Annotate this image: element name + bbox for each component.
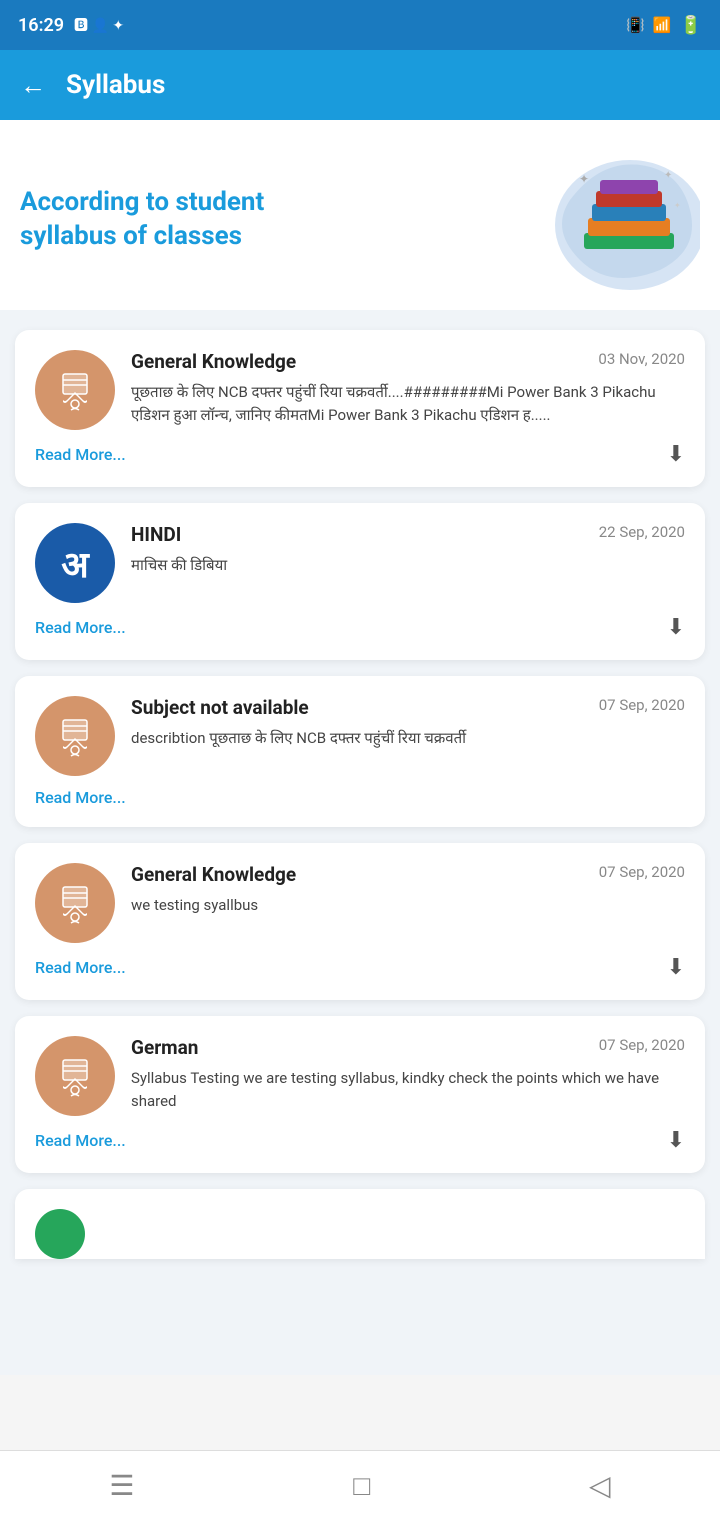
page-title: Syllabus	[66, 70, 165, 100]
card-description: Syllabus Testing we are testing syllabus…	[131, 1067, 685, 1112]
hero-title: According to student syllabus of classes	[20, 186, 540, 254]
card-content: Subject not available 07 Sep, 2020 descr…	[131, 696, 685, 750]
download-icon[interactable]: ⬇	[667, 442, 685, 467]
card-title: Subject not available	[131, 696, 589, 719]
menu-icon[interactable]: ☰	[109, 1469, 134, 1502]
hindi-icon: अ	[61, 539, 89, 588]
card-title: General Knowledge	[131, 350, 588, 373]
card-date: 07 Sep, 2020	[599, 863, 685, 881]
card-footer: Read More...	[35, 788, 685, 807]
partial-card-icon	[35, 1209, 85, 1259]
syllabus-card: अ HINDI 22 Sep, 2020 माचिस की डिबिया Rea…	[15, 503, 705, 660]
status-time: 16:29	[18, 15, 64, 36]
card-footer: Read More... ⬇	[35, 1128, 685, 1153]
hero-section: According to student syllabus of classes…	[0, 120, 720, 310]
card-date: 07 Sep, 2020	[599, 696, 685, 714]
card-date: 22 Sep, 2020	[599, 523, 685, 541]
read-more-link[interactable]: Read More...	[35, 1131, 126, 1150]
card-date: 03 Nov, 2020	[598, 350, 685, 368]
syllabus-card: German 07 Sep, 2020 Syllabus Testing we …	[15, 1016, 705, 1173]
svg-text:✦: ✦	[664, 170, 672, 181]
card-icon-wrap	[35, 696, 115, 776]
status-bar: 16:29 🅱 👤 ✦ 📳 📶 🔋	[0, 0, 720, 50]
battery-icon: 🔋	[680, 15, 702, 36]
card-content: General Knowledge 03 Nov, 2020 पूछताछ के…	[131, 350, 685, 426]
card-description: describtion पूछताछ के लिए NCB दफ्तर पहुं…	[131, 727, 685, 750]
wifi-icon: 📶	[653, 16, 672, 34]
status-right-icons: 📳 📶 🔋	[626, 15, 702, 36]
syllabus-card: General Knowledge 07 Sep, 2020 we testin…	[15, 843, 705, 1000]
back-button[interactable]: ←	[20, 70, 46, 101]
read-more-link[interactable]: Read More...	[35, 445, 126, 464]
read-more-link[interactable]: Read More...	[35, 618, 126, 637]
partial-card	[15, 1189, 705, 1259]
hero-image: ✦ ✦ ✦	[540, 150, 700, 290]
card-title: General Knowledge	[131, 863, 589, 886]
card-icon-wrap: अ	[35, 523, 115, 603]
download-icon[interactable]: ⬇	[667, 955, 685, 980]
download-icon[interactable]: ⬇	[667, 615, 685, 640]
download-icon[interactable]: ⬇	[667, 1128, 685, 1153]
card-content: HINDI 22 Sep, 2020 माचिस की डिबिया	[131, 523, 685, 577]
bottom-nav: ☰ □ ◁	[0, 1450, 720, 1520]
card-content: German 07 Sep, 2020 Syllabus Testing we …	[131, 1036, 685, 1112]
syllabus-card: General Knowledge 03 Nov, 2020 पूछताछ के…	[15, 330, 705, 487]
home-icon[interactable]: □	[353, 1469, 370, 1502]
content-area: General Knowledge 03 Nov, 2020 पूछताछ के…	[0, 310, 720, 1375]
header: ← Syllabus	[0, 50, 720, 120]
vibrate-icon: 📳	[626, 16, 645, 34]
card-date: 07 Sep, 2020	[599, 1036, 685, 1054]
card-icon-wrap	[35, 1036, 115, 1116]
card-title: German	[131, 1036, 589, 1059]
card-icon-wrap	[35, 350, 115, 430]
card-title: HINDI	[131, 523, 589, 546]
back-nav-icon[interactable]: ◁	[589, 1469, 611, 1502]
card-description: we testing syallbus	[131, 894, 685, 917]
hero-text: According to student syllabus of classes	[20, 186, 540, 254]
card-content: General Knowledge 07 Sep, 2020 we testin…	[131, 863, 685, 917]
svg-text:✦: ✦	[579, 172, 589, 186]
read-more-link[interactable]: Read More...	[35, 958, 126, 977]
card-icon-wrap	[35, 863, 115, 943]
card-description: माचिस की डिबिया	[131, 554, 685, 577]
card-description: पूछताछ के लिए NCB दफ्तर पहुंचीं रिया चक्…	[131, 381, 685, 426]
syllabus-card: Subject not available 07 Sep, 2020 descr…	[15, 676, 705, 827]
card-footer: Read More... ⬇	[35, 442, 685, 467]
svg-text:✦: ✦	[674, 201, 681, 210]
card-footer: Read More... ⬇	[35, 955, 685, 980]
card-footer: Read More... ⬇	[35, 615, 685, 640]
read-more-link[interactable]: Read More...	[35, 788, 126, 807]
status-app-icons: 🅱 👤 ✦	[74, 15, 124, 35]
